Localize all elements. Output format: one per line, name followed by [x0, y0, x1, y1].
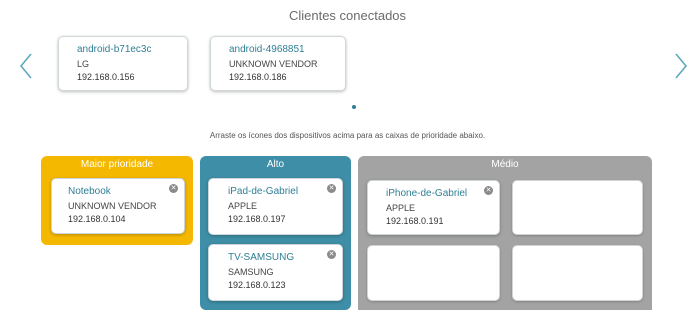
- device-name: iPad-de-Gabriel: [228, 186, 299, 197]
- zone-title: Maior prioridade: [80, 159, 154, 170]
- empty-slot[interactable]: [367, 245, 500, 301]
- device-card[interactable]: Notebook UNKNOWN VENDOR 192.168.0.104 ✕: [51, 178, 185, 234]
- client-ip: 192.168.0.186: [229, 72, 287, 82]
- empty-slot[interactable]: [512, 180, 643, 235]
- chevron-left-icon: [19, 53, 32, 79]
- client-name: android-b71ec3c: [77, 44, 152, 55]
- device-vendor: SAMSUNG: [228, 267, 274, 277]
- zone-title: Médio: [491, 159, 519, 170]
- drag-hint: Arraste os ícones dos dispositivos acima…: [209, 131, 486, 140]
- close-icon[interactable]: ✕: [484, 186, 493, 195]
- device-name: Notebook: [68, 186, 111, 197]
- device-vendor: UNKNOWN VENDOR: [68, 201, 157, 211]
- priority-zone-medium[interactable]: Médio iPhone-de-Gabriel APPLE 192.168.0.…: [358, 156, 652, 310]
- carousel-next-button[interactable]: [669, 50, 693, 82]
- close-icon[interactable]: ✕: [169, 184, 178, 193]
- client-ip: 192.168.0.156: [77, 72, 135, 82]
- device-card[interactable]: iPad-de-Gabriel APPLE 192.168.0.197 ✕: [208, 178, 343, 235]
- close-icon[interactable]: ✕: [327, 250, 336, 259]
- device-ip: 192.168.0.191: [386, 216, 444, 226]
- device-ip: 192.168.0.104: [68, 214, 126, 224]
- close-icon[interactable]: ✕: [327, 184, 336, 193]
- client-vendor: UNKNOWN VENDOR: [229, 59, 318, 69]
- device-vendor: APPLE: [386, 203, 416, 213]
- device-name: iPhone-de-Gabriel: [386, 188, 468, 199]
- device-ip: 192.168.0.197: [228, 214, 286, 224]
- device-vendor: APPLE: [228, 201, 258, 211]
- empty-slot[interactable]: [512, 245, 643, 301]
- chevron-right-icon: [675, 53, 688, 79]
- client-card[interactable]: android-b71ec3c LG 192.168.0.156: [58, 36, 188, 91]
- client-name: android-4968851: [229, 44, 305, 55]
- priority-zone-highest[interactable]: Maior prioridade Notebook UNKNOWN VENDOR…: [41, 156, 193, 245]
- device-card[interactable]: TV-SAMSUNG SAMSUNG 192.168.0.123 ✕: [208, 244, 343, 301]
- page-title: Clientes conectados: [288, 8, 407, 23]
- priority-zone-high[interactable]: Alto iPad-de-Gabriel APPLE 192.168.0.197…: [200, 156, 351, 310]
- carousel-page-indicator[interactable]: [352, 105, 356, 109]
- carousel-prev-button[interactable]: [14, 50, 38, 82]
- device-ip: 192.168.0.123: [228, 280, 286, 290]
- device-name: TV-SAMSUNG: [228, 252, 295, 263]
- client-vendor: LG: [77, 59, 90, 69]
- device-card[interactable]: iPhone-de-Gabriel APPLE 192.168.0.191 ✕: [367, 180, 500, 235]
- client-card[interactable]: android-4968851 UNKNOWN VENDOR 192.168.0…: [210, 36, 346, 91]
- zone-title: Alto: [266, 159, 285, 170]
